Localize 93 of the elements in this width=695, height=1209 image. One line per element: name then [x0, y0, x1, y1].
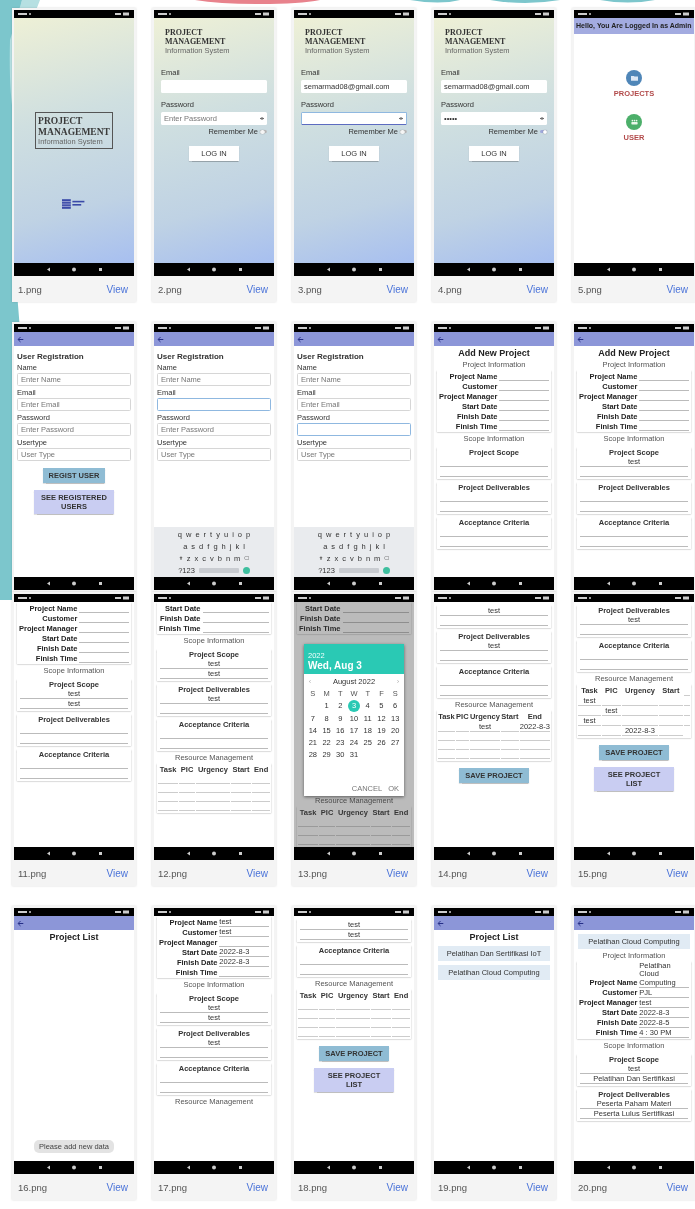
- view-link[interactable]: View: [386, 867, 408, 879]
- brand-text: MANAGEMENT: [305, 37, 367, 47]
- file-name: 2.png: [158, 283, 182, 295]
- back-icon[interactable]: [17, 919, 24, 927]
- date-text: Wed, Aug 3: [308, 660, 363, 671]
- view-link[interactable]: View: [386, 1181, 408, 1193]
- people-icon[interactable]: [626, 114, 642, 130]
- brand-text: PROJECT: [445, 28, 484, 38]
- file-name: 12.png: [158, 867, 188, 879]
- view-link[interactable]: View: [666, 867, 688, 879]
- view-link[interactable]: View: [666, 1181, 688, 1193]
- file-name: 20.png: [578, 1181, 608, 1193]
- view-link[interactable]: View: [386, 283, 408, 295]
- view-link[interactable]: View: [106, 283, 128, 295]
- nav-bar[interactable]: [294, 1161, 414, 1174]
- file-name: 5.png: [578, 283, 602, 295]
- input-field[interactable]: [297, 423, 411, 436]
- nav-bar[interactable]: [154, 847, 274, 860]
- password-field[interactable]: [301, 112, 407, 126]
- input-field[interactable]: [157, 398, 271, 411]
- file-name: 18.png: [298, 1181, 328, 1193]
- toggle-switch[interactable]: [260, 130, 267, 134]
- nav-bar[interactable]: [14, 577, 134, 590]
- form-title: User Registration: [157, 352, 225, 361]
- logo-text: PROJECT: [38, 116, 84, 127]
- eye-icon[interactable]: [399, 117, 403, 121]
- nav-bar[interactable]: [434, 847, 554, 860]
- nav-bar[interactable]: [14, 1161, 134, 1174]
- back-icon[interactable]: [17, 335, 24, 343]
- nav-bar[interactable]: [434, 577, 554, 590]
- back-icon[interactable]: [437, 919, 444, 927]
- nav-bar[interactable]: [294, 577, 414, 590]
- view-link[interactable]: View: [526, 283, 548, 295]
- file-name: 3.png: [298, 283, 322, 295]
- backspace-icon[interactable]: [244, 556, 250, 560]
- nav-bar[interactable]: [154, 1161, 274, 1174]
- enter-key[interactable]: [242, 566, 250, 574]
- toggle-switch[interactable]: [400, 130, 407, 134]
- form-title: User Registration: [297, 352, 365, 361]
- company-logo: [62, 198, 86, 209]
- view-link[interactable]: View: [246, 1181, 268, 1193]
- view-link[interactable]: View: [246, 283, 268, 295]
- file-name: 16.png: [18, 1181, 48, 1193]
- input-field[interactable]: [161, 80, 267, 94]
- nav-bar[interactable]: [574, 263, 694, 276]
- screen-heading: Add New Project: [598, 348, 670, 358]
- brand-text: MANAGEMENT: [445, 37, 507, 47]
- view-link[interactable]: View: [106, 867, 128, 879]
- view-link[interactable]: View: [526, 1181, 548, 1193]
- nav-bar[interactable]: [294, 847, 414, 860]
- nav-bar[interactable]: [154, 263, 274, 276]
- brand-text: MANAGEMENT: [165, 37, 227, 47]
- view-link[interactable]: View: [246, 867, 268, 879]
- file-name: 1.png: [18, 283, 42, 295]
- nav-bar[interactable]: [434, 1161, 554, 1174]
- back-icon[interactable]: [437, 335, 444, 343]
- space-key[interactable]: [338, 567, 379, 573]
- file-name: 13.png: [298, 867, 328, 879]
- enter-key[interactable]: [382, 566, 390, 574]
- eye-icon[interactable]: [260, 117, 264, 121]
- back-icon[interactable]: [297, 335, 304, 343]
- view-link[interactable]: View: [526, 867, 548, 879]
- file-name: 4.png: [438, 283, 462, 295]
- toggle-switch[interactable]: [540, 130, 547, 134]
- nav-bar[interactable]: [14, 847, 134, 860]
- logo-text: MANAGEMENT: [38, 126, 110, 137]
- back-icon[interactable]: [577, 335, 584, 343]
- nav-bar[interactable]: [574, 847, 694, 860]
- file-name: 19.png: [438, 1181, 468, 1193]
- nav-bar[interactable]: [574, 577, 694, 590]
- nav-bar[interactable]: [294, 263, 414, 276]
- file-name: 15.png: [578, 867, 608, 879]
- eye-icon[interactable]: [540, 117, 544, 121]
- folder-icon[interactable]: [626, 70, 642, 86]
- nav-bar[interactable]: [14, 263, 134, 276]
- space-key[interactable]: [198, 567, 239, 573]
- file-name: 17.png: [158, 1181, 188, 1193]
- form-title: User Registration: [17, 352, 85, 361]
- file-name: 14.png: [438, 867, 468, 879]
- view-link[interactable]: View: [666, 283, 688, 295]
- screen-heading: Project List: [49, 932, 99, 942]
- back-icon[interactable]: [157, 335, 164, 343]
- screen-heading: Project List: [469, 932, 519, 942]
- screen-heading: Add New Project: [458, 348, 530, 358]
- brand-text: PROJECT: [305, 28, 344, 38]
- nav-bar[interactable]: [154, 577, 274, 590]
- view-link[interactable]: View: [106, 1181, 128, 1193]
- nav-bar[interactable]: [434, 263, 554, 276]
- backspace-icon[interactable]: [384, 556, 390, 560]
- brand-text: PROJECT: [165, 28, 204, 38]
- back-icon[interactable]: [577, 919, 584, 927]
- file-name: 11.png: [18, 867, 47, 879]
- nav-bar[interactable]: [574, 1161, 694, 1174]
